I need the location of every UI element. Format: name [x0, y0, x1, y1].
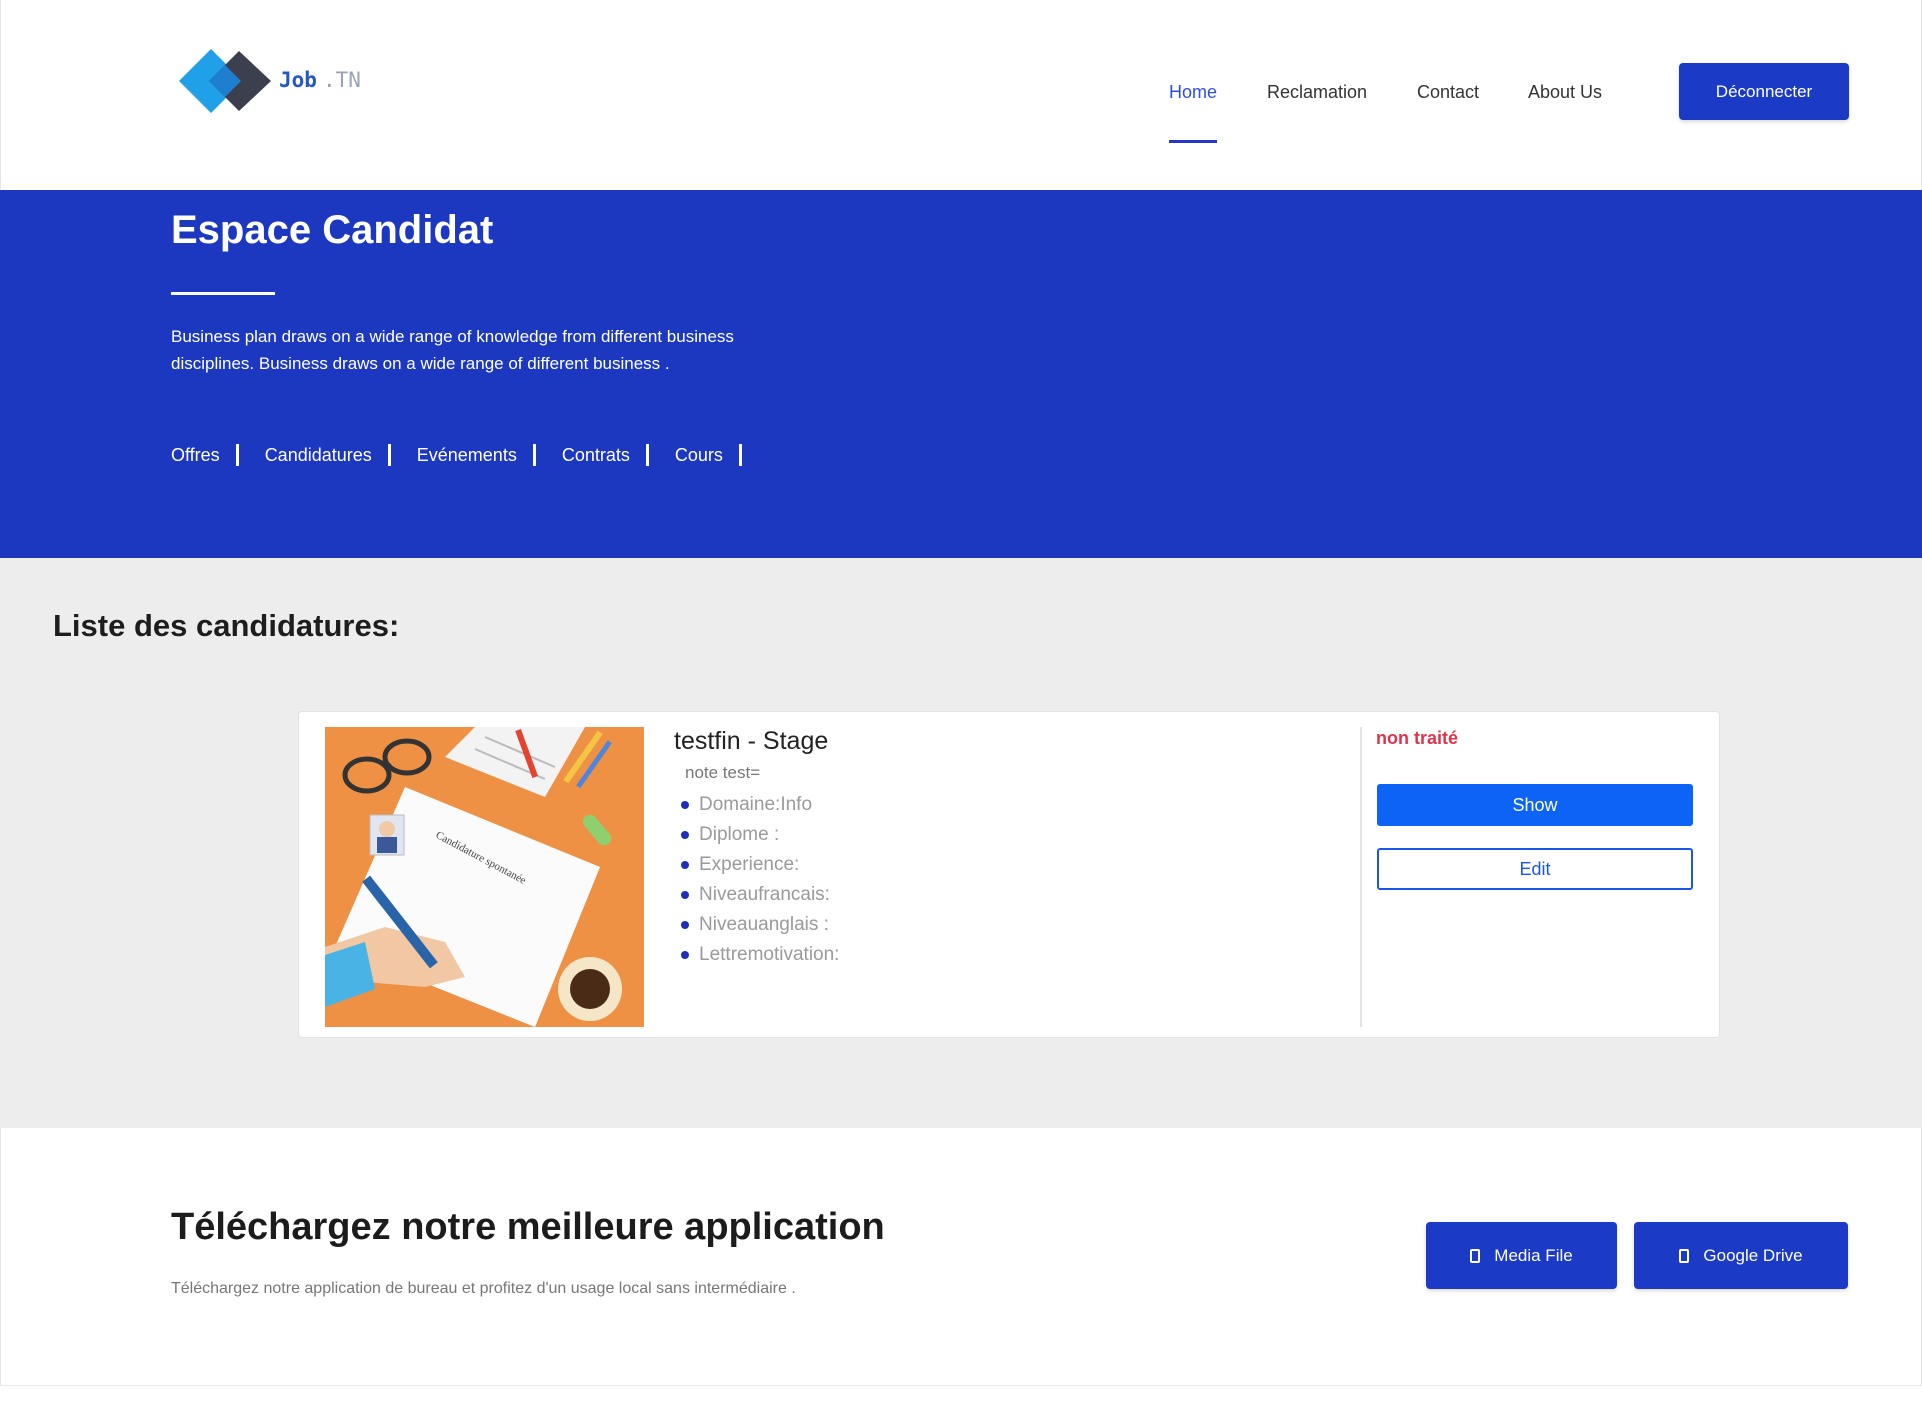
bullet-icon	[681, 891, 689, 899]
subnav-separator	[738, 444, 742, 466]
media-file-label: Media File	[1494, 1245, 1573, 1265]
nav-contact[interactable]: Contact	[1417, 82, 1479, 112]
media-file-button[interactable]: Media File	[1426, 1222, 1617, 1289]
status-badge: non traité	[1376, 728, 1459, 748]
bullet-icon	[681, 921, 689, 929]
download-title: Téléchargez notre meilleure application	[171, 1206, 885, 1248]
google-drive-label: Google Drive	[1703, 1245, 1803, 1265]
candidature-note: note test=	[685, 763, 761, 782]
detail-text: Niveaufrancais:	[699, 884, 830, 905]
candidature-details: Domaine:Info Diplome : Experience: Nivea…	[681, 790, 839, 970]
detail-item: Lettremotivation:	[681, 940, 839, 970]
subnav-evenements[interactable]: Evénements	[417, 445, 517, 466]
file-icon	[1679, 1248, 1690, 1263]
hero-title: Espace Candidat	[171, 208, 494, 252]
hero-divider	[171, 292, 275, 295]
hero-description: Business plan draws on a wide range of k…	[171, 327, 734, 373]
download-description: Téléchargez notre application de bureau …	[171, 1280, 796, 1297]
detail-text: Lettremotivation:	[699, 944, 840, 965]
logout-button[interactable]: Déconnecter	[1679, 63, 1849, 120]
subnav-separator	[235, 444, 239, 466]
bullet-icon	[681, 861, 689, 869]
section-title: Liste des candidatures:	[53, 608, 400, 643]
card-divider	[1360, 727, 1362, 1027]
logo-job-text: Job	[279, 68, 317, 92]
nav-about-us[interactable]: About Us	[1528, 82, 1602, 112]
file-icon	[1470, 1248, 1481, 1263]
bullet-icon	[681, 801, 689, 809]
detail-item: Domaine:Info	[681, 790, 839, 820]
subnav-contrats[interactable]: Contrats	[562, 445, 630, 466]
subnav-cours[interactable]: Cours	[675, 445, 723, 466]
nav-active-indicator	[1169, 140, 1217, 143]
subnav-separator	[645, 444, 649, 466]
candidature-title: testfin - Stage	[674, 727, 829, 755]
google-drive-button[interactable]: Google Drive	[1634, 1222, 1848, 1289]
detail-item: Niveauanglais :	[681, 910, 839, 940]
detail-text: Domaine:Info	[699, 794, 813, 815]
detail-text: Experience:	[699, 854, 800, 875]
detail-item: Experience:	[681, 850, 839, 880]
show-button[interactable]: Show	[1377, 784, 1693, 826]
detail-item: Diplome :	[681, 820, 839, 850]
subnav-separator	[387, 444, 391, 466]
nav-home[interactable]: Home	[1169, 82, 1217, 112]
candidate-subnav: Offres Candidatures Evénements Contrats …	[171, 440, 768, 470]
logo-tn-text: .TN	[322, 68, 361, 92]
detail-item: Niveaufrancais:	[681, 880, 839, 910]
subnav-separator	[532, 444, 536, 466]
edit-button[interactable]: Edit	[1377, 848, 1693, 890]
candidature-illustration-icon: Candidature spontanée	[325, 727, 644, 1027]
bullet-icon	[681, 831, 689, 839]
detail-text: Niveauanglais :	[699, 914, 829, 935]
nav-reclamation[interactable]: Reclamation	[1267, 82, 1367, 112]
site-header: Job .TN Home Reclamation Contact About Us…	[0, 0, 1922, 190]
subnav-offres[interactable]: Offres	[171, 445, 220, 466]
detail-text: Diplome :	[699, 824, 780, 845]
subnav-candidatures[interactable]: Candidatures	[265, 445, 372, 466]
bullet-icon	[681, 951, 689, 959]
logo-text[interactable]: Job .TN	[279, 68, 361, 92]
